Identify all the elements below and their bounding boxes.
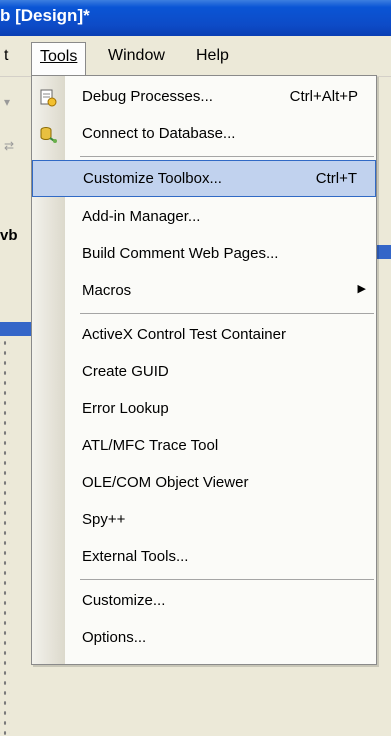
menu-item-label: Customize...	[82, 592, 166, 609]
toolbar-tool-icon: ⇄	[4, 139, 15, 153]
connect-database-icon	[38, 125, 58, 145]
menu-item-options[interactable]: Options...	[32, 620, 376, 657]
menu-item-customize-toolbox[interactable]: Customize Toolbox... Ctrl+T	[32, 160, 376, 197]
menu-separator	[80, 156, 374, 157]
menu-item-label: Add-in Manager...	[82, 208, 201, 225]
menu-item-label: Debug Processes...	[82, 88, 213, 105]
submenu-arrow-icon: ▶	[357, 283, 366, 295]
debug-processes-icon	[38, 88, 58, 108]
ide-left-background: ▾ ⇄ vb	[0, 77, 32, 736]
menu-item-label: Connect to Database...	[82, 125, 236, 142]
menu-item-label: ATL/MFC Trace Tool	[82, 437, 219, 454]
menu-help[interactable]: Help	[188, 42, 237, 70]
menu-item-ole-com-object-viewer[interactable]: OLE/COM Object Viewer	[32, 465, 376, 502]
menu-item-external-tools[interactable]: External Tools...	[32, 539, 376, 576]
menu-bar: t Tools Window Help	[0, 36, 391, 77]
menu-item-error-lookup[interactable]: Error Lookup	[32, 391, 376, 428]
menu-item-customize[interactable]: Customize...	[32, 583, 376, 620]
menu-item-debug-processes[interactable]: Debug Processes... Ctrl+Alt+P	[32, 79, 376, 116]
vb-tab-label: vb	[0, 227, 18, 244]
menu-tools-label: Tools	[40, 48, 78, 65]
menu-item-addin-manager[interactable]: Add-in Manager...	[32, 199, 376, 236]
menu-item-atl-mfc-trace-tool[interactable]: ATL/MFC Trace Tool	[32, 428, 376, 465]
menu-item-activex-test-container[interactable]: ActiveX Control Test Container	[32, 317, 376, 354]
menu-item-label: Macros	[82, 282, 132, 299]
menu-item-shortcut: Ctrl+Alt+P	[289, 88, 358, 105]
menu-item-label: External Tools...	[82, 548, 189, 565]
menu-item-spy[interactable]: Spy++	[32, 502, 376, 539]
tools-menu-dropdown: Debug Processes... Ctrl+Alt+P Connect to…	[31, 75, 377, 665]
menu-item-label: Spy++	[82, 511, 126, 528]
menu-item-label: Options...	[82, 629, 147, 646]
menu-tools[interactable]: Tools	[31, 42, 87, 76]
menu-item-label: ActiveX Control Test Container	[82, 326, 286, 343]
menu-item-macros[interactable]: Macros ▶	[32, 273, 376, 310]
menu-window[interactable]: Window	[100, 42, 173, 70]
menu-edit-clipped[interactable]: t	[0, 42, 16, 70]
menu-item-label: OLE/COM Object Viewer	[82, 474, 249, 491]
menu-item-build-comment-web-pages[interactable]: Build Comment Web Pages...	[32, 236, 376, 273]
menu-item-label: Customize Toolbox...	[83, 170, 222, 187]
designer-title-strip-right	[377, 245, 391, 259]
designer-title-strip	[0, 322, 32, 336]
menu-window-label: Window	[108, 47, 165, 64]
menu-help-label: Help	[196, 47, 229, 64]
menu-item-label: Build Comment Web Pages...	[82, 245, 279, 262]
menu-item-shortcut: Ctrl+T	[315, 170, 357, 187]
window-title: b [Design]*	[0, 6, 90, 25]
menu-separator	[80, 313, 374, 314]
toolbar-dropdown-icon: ▾	[4, 95, 11, 109]
ide-right-background	[377, 77, 391, 671]
menu-item-create-guid[interactable]: Create GUID	[32, 354, 376, 391]
menu-separator	[80, 579, 374, 580]
designer-grid	[0, 336, 10, 736]
menu-item-label: Error Lookup	[82, 400, 169, 417]
menu-item-connect-database[interactable]: Connect to Database...	[32, 116, 376, 153]
title-bar: b [Design]*	[0, 0, 391, 36]
menu-item-label: Create GUID	[82, 363, 169, 380]
